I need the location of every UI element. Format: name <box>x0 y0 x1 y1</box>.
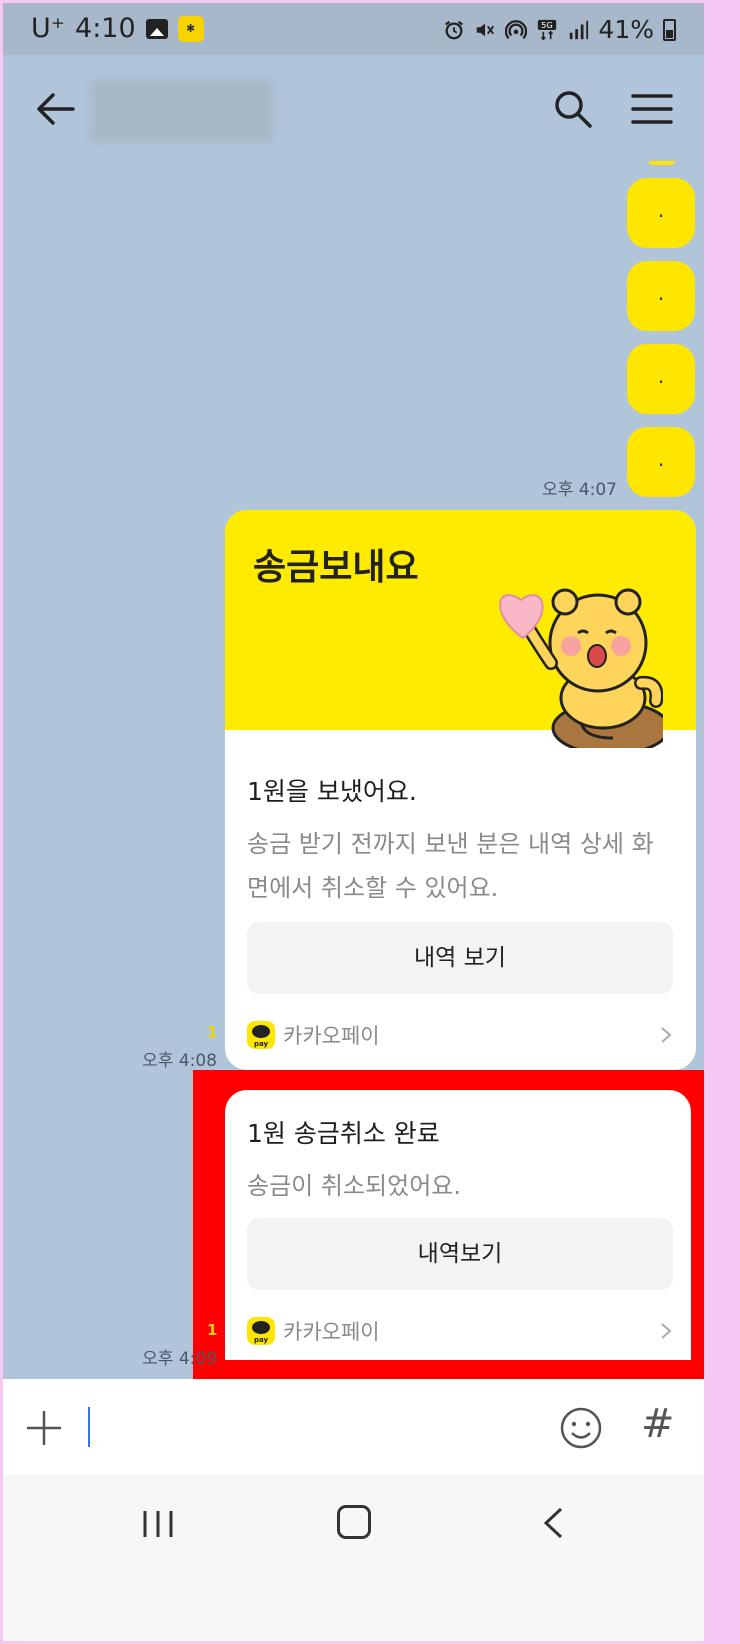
emoji-icon[interactable] <box>559 1406 603 1450</box>
gallery-icon <box>145 18 168 39</box>
cancel-title: 1원 송금취소 완료 <box>247 1119 440 1148</box>
cancel-card[interactable]: 1원 송금취소 완료 송금이 취소되었어요. 내역보기 pay 카카오페이 <box>225 1090 691 1360</box>
status-bar: U⁺ 4:10 ✱ 5G 41% <box>3 3 704 55</box>
message-input-bar: # <box>3 1379 704 1475</box>
bubble-edge <box>649 161 675 165</box>
message-bubble[interactable]: . <box>627 261 695 331</box>
carrier-label: U⁺ <box>31 13 66 44</box>
bear-heart-illustration <box>499 588 663 748</box>
hashtag-button[interactable]: # <box>641 1401 675 1447</box>
kakaopay-link[interactable]: pay 카카오페이 <box>247 1316 380 1346</box>
transfer-banner: 송금보내요 <box>225 510 696 748</box>
5g-icon: 5G <box>538 19 557 40</box>
transfer-subtitle: 1원을 보냈어요. <box>247 777 417 806</box>
kakaopay-logo-icon: pay <box>247 1021 275 1049</box>
back-arrow-icon[interactable] <box>33 87 77 131</box>
chevron-right-icon <box>661 1323 672 1339</box>
message-time: 오후 4:09 <box>142 1349 217 1369</box>
battery-percent: 41% <box>598 15 654 44</box>
brand-label: 카카오페이 <box>283 1024 380 1048</box>
message-time: 오후 4:08 <box>142 1051 217 1071</box>
signal-icon <box>570 20 589 39</box>
mute-icon <box>477 23 495 36</box>
brand-label: 카카오페이 <box>283 1320 380 1344</box>
chevron-right-icon <box>661 1027 672 1043</box>
clock: 4:10 <box>75 13 136 44</box>
cancel-description: 송금이 취소되었어요. <box>247 1172 461 1200</box>
chat-header <box>3 55 704 165</box>
message-bubble[interactable]: . <box>627 178 695 248</box>
message-time: 오후 4:07 <box>542 480 617 500</box>
cancel-history-button[interactable]: 내역보기 <box>247 1218 673 1290</box>
nav-back-icon[interactable] <box>541 1507 565 1539</box>
svg-text:5G: 5G <box>542 20 554 30</box>
view-history-button[interactable]: 내역 보기 <box>247 922 673 994</box>
recent-apps-icon[interactable] <box>141 1509 175 1539</box>
message-input[interactable] <box>88 1407 90 1447</box>
alarm-icon <box>445 20 464 39</box>
home-icon[interactable] <box>337 1505 371 1539</box>
message-bubble[interactable]: . <box>627 427 695 497</box>
app-icon: ✱ <box>177 15 204 42</box>
kakaopay-logo-icon: pay <box>247 1317 275 1345</box>
menu-icon[interactable] <box>631 93 673 125</box>
system-nav-bar <box>3 1475 704 1641</box>
plus-icon[interactable] <box>25 1409 63 1447</box>
battery-icon <box>663 18 676 41</box>
chat-title-blurred[interactable] <box>91 79 273 143</box>
search-icon[interactable] <box>553 89 593 129</box>
transfer-description: 송금 받기 전까지 보낸 분은 내역 상세 화면에서 취소할 수 있어요. <box>247 830 654 902</box>
message-bubble[interactable]: . <box>627 344 695 414</box>
phone-screen: U⁺ 4:10 ✱ 5G 41% . . . . 오후 4:07 1 오후 4:… <box>3 3 704 1641</box>
kakaopay-link[interactable]: pay 카카오페이 <box>247 1020 380 1050</box>
transfer-banner-title: 송금보내요 <box>253 547 419 588</box>
unread-count: 1 <box>207 1321 218 1339</box>
hotspot-icon <box>505 19 528 39</box>
unread-count: 1 <box>207 1023 218 1041</box>
transfer-card[interactable]: 송금보내요 1원을 보냈어요. 송금 받기 전까지 보낸 분은 내역 상세 화면… <box>225 510 696 1070</box>
